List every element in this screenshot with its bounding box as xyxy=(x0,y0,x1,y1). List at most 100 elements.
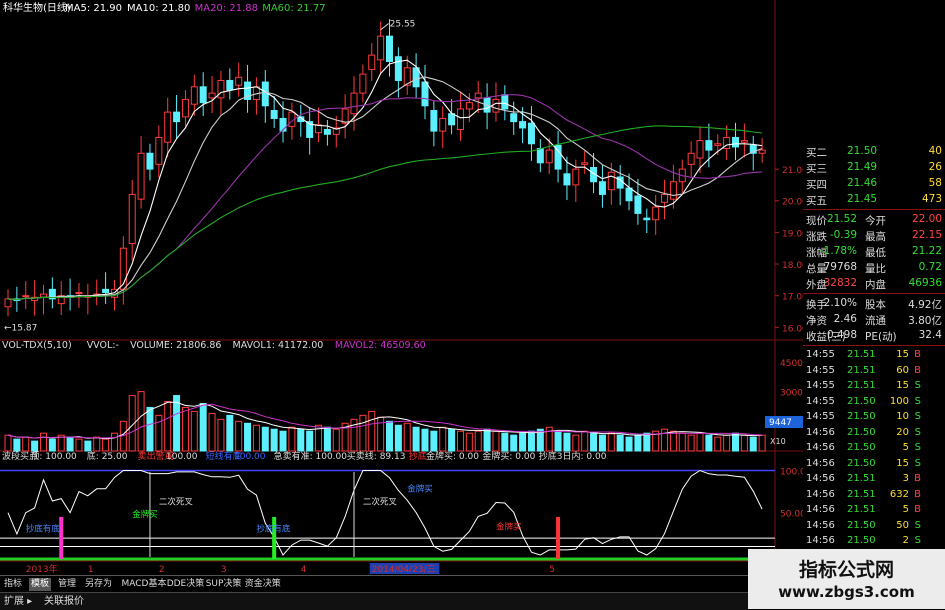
volume-bar xyxy=(669,430,677,452)
indicator-annotation: 二次死叉 xyxy=(363,496,398,507)
indicator-panel[interactable]: 波段买点顶: 100.00 底: 25.00 卖出警戒100.00 短线有底100.0… xyxy=(0,450,806,561)
volume-bar xyxy=(616,434,624,452)
price-panel[interactable]: 科华生物(日线)MA5: 21.90 MA10: 21.80 MA20: 21.88… xyxy=(3,1,766,334)
volume-header-label: VOL-TDX(5,10) xyxy=(2,340,72,351)
ma-legend-label: MA5: 21.90 xyxy=(65,3,122,14)
tick-volume: 2 xyxy=(902,535,909,546)
volume-bar xyxy=(403,422,411,452)
candle-body xyxy=(164,111,172,143)
volume-bar xyxy=(323,426,331,452)
time-axis-label: 3 xyxy=(221,565,227,575)
indicator-header-label: 底: 25.00 xyxy=(87,450,128,462)
tick-time: 14:55 xyxy=(806,395,835,407)
candle-body xyxy=(173,111,181,123)
quote-separator xyxy=(803,209,945,210)
stat-label: 内盘 xyxy=(865,279,886,291)
volume-bar xyxy=(252,424,260,452)
volume-bar xyxy=(696,432,704,452)
indicator-tab[interactable]: MACD基本 xyxy=(120,578,169,591)
volume-bar xyxy=(261,426,269,452)
tick-time: 14:56 xyxy=(806,442,835,453)
volume-bar xyxy=(93,436,101,452)
tick-price: 21.50 xyxy=(847,535,876,546)
bottom-tab[interactable]: 关联报价 xyxy=(44,595,84,608)
indicator-annotation: 金牌买 xyxy=(496,522,522,533)
volume-bar xyxy=(102,438,110,452)
tick-side: S xyxy=(914,426,921,438)
indicator-tab[interactable]: SUP决策 xyxy=(204,578,244,591)
candle-body xyxy=(341,108,349,124)
indicator-tab[interactable]: 资金决策 xyxy=(243,578,283,591)
tick-price: 21.51 xyxy=(847,488,876,500)
axes-labels: 21.0020.0019.0018.0017.0016.002013年 1 2 3 4 2… xyxy=(0,166,808,575)
tick-side: S xyxy=(914,395,921,407)
indicator-header-label: 买卖线: 89.13 xyxy=(347,450,406,462)
volume-bar xyxy=(208,412,216,452)
candle-body xyxy=(598,181,606,195)
indicator-tab[interactable]: 另存为 xyxy=(83,578,114,591)
volume-bar xyxy=(439,426,447,452)
candle-body xyxy=(394,56,402,81)
tick-volume: 5 xyxy=(902,442,909,453)
time-axis-label: 1 xyxy=(88,565,94,575)
candle-body xyxy=(625,187,633,202)
volume-bar xyxy=(84,440,92,452)
volume-bar xyxy=(581,430,589,452)
candle-body xyxy=(22,295,30,298)
bid-price: 21.46 xyxy=(847,177,878,189)
candle-body xyxy=(146,152,154,170)
high-marker-arrow xyxy=(380,23,389,31)
tick-time: 14:56 xyxy=(806,535,835,546)
volume-bar xyxy=(235,420,243,452)
candle-body xyxy=(448,113,456,126)
indicator-header-label: 急卖有准: 100.00 xyxy=(274,450,348,462)
volume-bar xyxy=(554,430,562,452)
tick-price: 21.50 xyxy=(847,426,876,438)
stat-label: 最高 xyxy=(865,231,886,243)
volume-bar xyxy=(297,428,305,452)
candle-body xyxy=(430,110,438,132)
volume-bar xyxy=(714,436,722,452)
volume-panel[interactable]: VOL-TDX(5,10) VVOL:- VOLUME: 21806.86 MAVOL… xyxy=(2,340,809,452)
indicator-tab[interactable]: 模板 xyxy=(29,578,52,591)
candle-body xyxy=(261,81,269,107)
tick-time: 14:56 xyxy=(806,426,835,438)
volume-bar xyxy=(732,432,740,452)
tick-price: 21.50 xyxy=(847,395,876,407)
candle-body xyxy=(634,195,642,214)
high-marker-label: 25.55 xyxy=(390,20,416,30)
bid-price: 21.49 xyxy=(847,161,878,173)
candle-body xyxy=(536,148,544,164)
stat-value: 22.15 xyxy=(911,229,942,241)
volume-bar xyxy=(306,430,314,452)
tick-side: B xyxy=(914,364,921,376)
volume-bar xyxy=(244,422,252,452)
stat-value: -1.78% xyxy=(819,245,857,257)
tick-side: S xyxy=(914,457,921,469)
volume-bar xyxy=(199,402,207,452)
info-value: 4.92亿 xyxy=(908,299,942,311)
tick-volume: 100 xyxy=(889,395,909,407)
bottom-tab[interactable]: 扩展 ▸ xyxy=(4,595,32,608)
indicator-tab[interactable]: DDE决策 xyxy=(165,578,207,591)
volume-header-label: MAVOL2: 46509.60 xyxy=(335,340,426,351)
bid-label: 买四 xyxy=(806,179,827,191)
stat-row: 外盘 32832 内盘 46936 xyxy=(803,276,945,292)
tick-price: 21.51 xyxy=(847,473,876,484)
tick-volume: 20 xyxy=(896,426,909,438)
indicator-tab[interactable]: 指标 xyxy=(2,578,24,591)
indicator-tab[interactable]: 管理 xyxy=(56,578,78,591)
tick-time: 14:56 xyxy=(806,488,835,500)
candle-body xyxy=(652,206,660,221)
tick-volume: 15 xyxy=(896,380,909,391)
tick-time: 14:56 xyxy=(806,519,835,531)
info-value: 2.46 xyxy=(833,313,857,325)
stat-value: -0.39 xyxy=(829,229,857,241)
candle-body xyxy=(519,121,527,129)
info-value: 3.80亿 xyxy=(908,315,942,327)
candle-body xyxy=(572,168,580,186)
volume-bar xyxy=(75,438,83,452)
oscillator-line xyxy=(7,469,763,556)
volume-bar xyxy=(598,434,606,452)
volume-bar xyxy=(749,436,757,452)
